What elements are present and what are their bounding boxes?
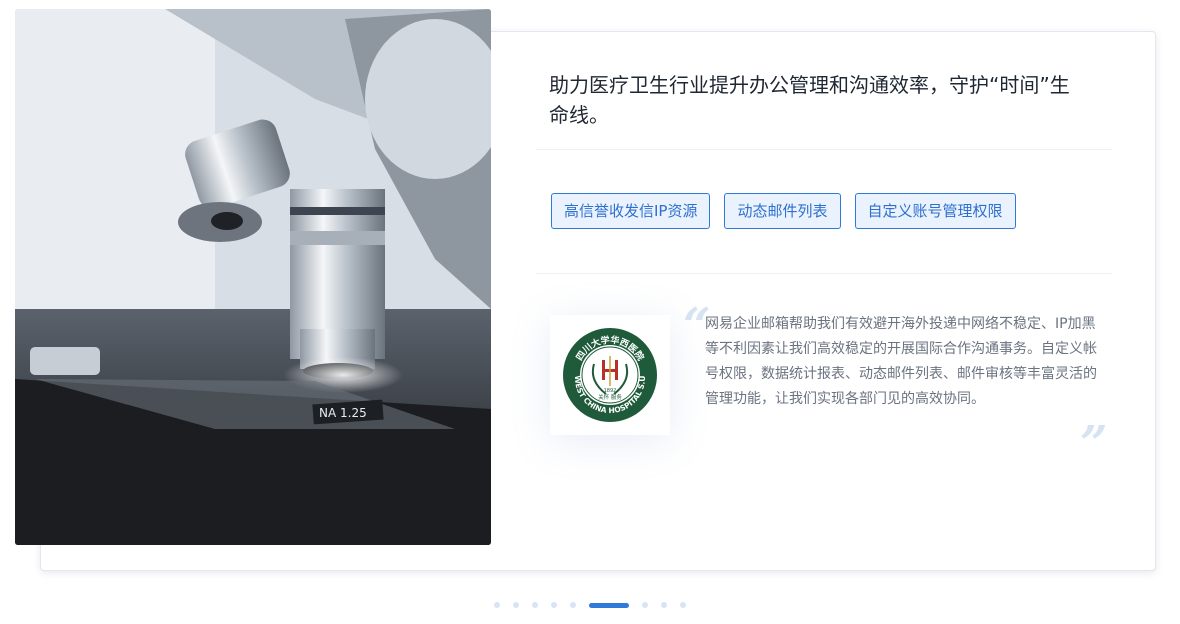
logo-motto: 关怀 服务	[598, 393, 622, 401]
objective-label: NA 1.25	[319, 406, 367, 420]
divider	[536, 149, 1112, 150]
logo-year: 1892	[604, 388, 617, 394]
divider	[536, 273, 1112, 274]
case-headline: 助力医疗卫生行业提升办公管理和沟通效率，守护“时间”生命线。	[549, 73, 1070, 127]
quote-close-mark: ”	[1080, 416, 1108, 472]
carousel-dot[interactable]	[513, 602, 519, 608]
carousel-dot[interactable]	[494, 602, 500, 608]
carousel-pagination	[494, 602, 686, 608]
tag-account-permissions[interactable]: 自定义账号管理权限	[854, 193, 1016, 229]
carousel-dot-active[interactable]	[589, 602, 629, 608]
carousel-dot[interactable]	[570, 602, 576, 608]
tag-dynamic-mail-list[interactable]: 动态邮件列表	[724, 193, 841, 229]
feature-tags: 高信誉收发信IP资源 动态邮件列表 自定义账号管理权限	[551, 193, 1016, 229]
tag-ip-resources[interactable]: 高信誉收发信IP资源	[551, 193, 711, 229]
hospital-logo: 四川大学华西医院 WEST CHINA HOSPITAL S.U 1892 关怀…	[550, 315, 670, 435]
microscope-photo: NA 1.25	[15, 9, 491, 545]
carousel-dot[interactable]	[661, 602, 667, 608]
customer-quote: 网易企业邮箱帮助我们有效避开海外投递中网络不稳定、IP加黑等不利因素让我们高效稳…	[705, 316, 1097, 407]
carousel-dot[interactable]	[680, 602, 686, 608]
carousel-dot[interactable]	[642, 602, 648, 608]
carousel-dot[interactable]	[551, 602, 557, 608]
carousel-dot[interactable]	[532, 602, 538, 608]
